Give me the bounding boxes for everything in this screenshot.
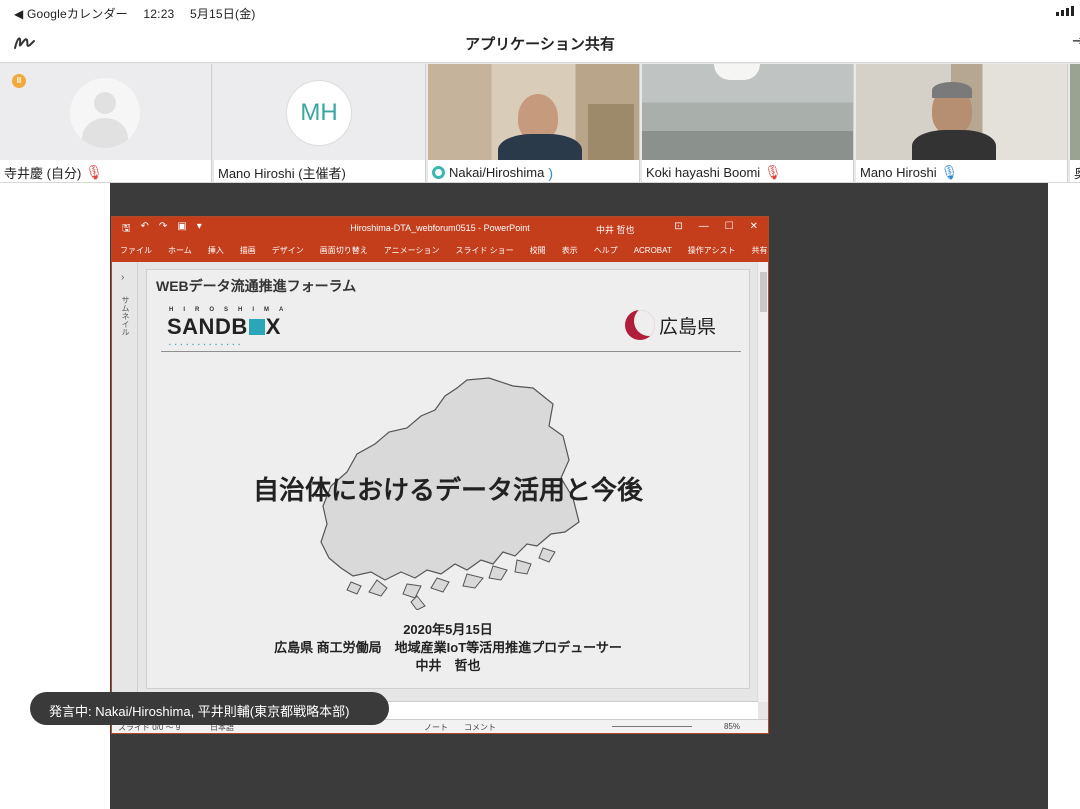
ribbon-tab: ファイル [120, 245, 152, 255]
back-to-app-link[interactable]: ◀ Googleカレンダー [14, 7, 128, 21]
ribbon-tab: 挿入 [207, 245, 224, 255]
ribbon-tab: 描画 [239, 245, 256, 255]
participant-name-bar: Mano Hiroshi (主催者) [214, 160, 425, 182]
ribbon-tab: 共有 [751, 245, 768, 255]
ppt-user-name: 中井 哲也 [596, 225, 635, 235]
ppt-titlebar: 🖫 ↶ ↷ ▣ ▾ Hiroshima-DTA_webforum0515 - P… [112, 217, 768, 238]
notes-toggle: ノート [424, 723, 448, 732]
maximize-icon: ☐ [724, 221, 734, 232]
page-title: アプリケーション共有 [465, 36, 615, 53]
video-feed [856, 64, 1067, 170]
ribbon-tab: スライド ショー [455, 245, 514, 255]
participant-name-bar: 寺井慶 (自分) 🎙 [0, 160, 211, 182]
ribbon-tab: 校閲 [529, 245, 546, 255]
ribbon-tab: デザイン [271, 245, 304, 255]
participant-name-bar: 奥 [1070, 160, 1080, 182]
forum-heading: WEBデータ流通推進フォーラム [156, 278, 357, 294]
participant-tile-self[interactable]: II 寺井慶 (自分) 🎙 [0, 64, 212, 182]
slide-canvas: WEBデータ流通推進フォーラム HIROSHIMA SANDB X ▪▪▪▪▪▪▪… [146, 269, 750, 689]
chevron-right-icon: › [121, 272, 125, 283]
ribbon-tab: 画面切り替え [319, 245, 368, 255]
window-controls: ⊡ — ☐ ✕ [674, 221, 758, 232]
participant-tile-mano[interactable]: Mano Hiroshi 🎙 [856, 64, 1068, 182]
status-date: 5月15日(金) [189, 7, 256, 21]
participant-name: Koki hayashi Boomi [646, 165, 761, 180]
ribbon-tab: ホーム [168, 245, 192, 255]
participant-tile-host[interactable]: MH Mano Hiroshi (主催者) [214, 64, 426, 182]
sandbox-logo-sub: HIROSHIMA [169, 307, 294, 313]
zoom-level: 85% [723, 722, 740, 731]
participant-name: Nakai/Hiroshima [449, 165, 545, 180]
ribbon-tab: 表示 [561, 245, 578, 255]
slide-title: 自治体におけるデータ活用と今後 [252, 475, 643, 505]
app-header: アプリケーション共有 ⇥ [0, 24, 1080, 62]
sandbox-logo: SANDB X [167, 314, 281, 339]
ribbon-tab: ヘルプ [593, 245, 618, 255]
participant-tile-partial[interactable]: 奥 [1070, 64, 1080, 182]
ribbon-tab: 操作アシスト [687, 245, 736, 255]
sandbox-logo-tagline: ▪▪▪▪▪▪▪▪▪▪▪▪▪ [169, 342, 245, 348]
pause-icon: II [12, 74, 26, 88]
thumbnail-label: サムネイル [121, 296, 130, 336]
prefecture-name: 広島県 [659, 316, 717, 338]
mic-muted-icon: 🎙 [764, 164, 782, 180]
slide-presenter: 中井 哲也 [415, 658, 481, 673]
participant-strip[interactable]: II 寺井慶 (自分) 🎙 MH Mano Hiroshi (主催者) Naka… [0, 62, 1080, 183]
signal-icon [1056, 4, 1074, 16]
participant-tile-koki[interactable]: Koki hayashi Boomi 🎙 [642, 64, 854, 182]
participant-name: Mano Hiroshi (主催者) [218, 166, 346, 181]
zoom-slider [612, 726, 692, 727]
mic-muted-icon: 🎙 [85, 164, 104, 180]
slide-date: 2020年5月15日 [403, 622, 493, 637]
minimize-icon: — [698, 221, 709, 232]
active-speaker-icon [432, 166, 445, 179]
avatar [70, 78, 140, 148]
participant-name: 寺井慶 (自分) [4, 166, 82, 181]
video-feed [642, 64, 853, 160]
powerpoint-window: 🖫 ↶ ↷ ▣ ▾ Hiroshima-DTA_webforum0515 - P… [111, 216, 769, 734]
ios-status-bar: ◀ Googleカレンダー 12:23 5月15日(金) [0, 0, 1080, 24]
ribbon-display-icon: ⊡ [674, 221, 683, 232]
ribbon-tab: アニメーション [383, 245, 440, 255]
comments-toggle: コメント [464, 723, 496, 732]
participant-name-bar: Mano Hiroshi 🎙 [856, 160, 1067, 182]
slide-organization: 広島県 商工労働局 地域産業IoT等活用推進プロデューサー [274, 640, 622, 655]
exit-share-icon[interactable]: ⇥ [1072, 31, 1080, 51]
ppt-ribbon: ファイル ホーム 挿入 描画 デザイン 画面切り替え アニメーション スライド … [112, 238, 768, 262]
divider [161, 351, 741, 352]
ribbon-tab: ACROBAT [633, 245, 672, 255]
prefecture-logo: 広島県 [625, 310, 716, 340]
participant-name: 奥 [1074, 163, 1080, 182]
speaking-icon: ) [548, 164, 554, 181]
status-left: ◀ Googleカレンダー 12:23 5月15日(金) [14, 5, 268, 22]
video-feed [1070, 64, 1080, 160]
slide-scrollbar [757, 262, 768, 702]
mic-on-icon: 🎙 [940, 164, 959, 180]
video-feed [428, 64, 639, 174]
prefecture-emblem-icon [625, 310, 655, 340]
participant-name: Mano Hiroshi [860, 165, 937, 180]
participant-tile-nakai[interactable]: Nakai/Hiroshima ) [428, 64, 640, 182]
thumbnail-rail: › サムネイル [112, 262, 138, 702]
ppt-document-title: Hiroshima-DTA_webforum0515 - PowerPoint [350, 223, 530, 233]
participant-name-bar: Koki hayashi Boomi 🎙 [642, 160, 853, 182]
participant-name-bar: Nakai/Hiroshima ) [428, 160, 639, 182]
active-speaker-toast: 発言中: Nakai/Hiroshima, 平井則輔(東京都戦略本部) [30, 692, 389, 725]
status-time: 12:23 [143, 7, 175, 21]
avatar: MH [286, 80, 352, 146]
close-icon: ✕ [749, 221, 758, 232]
